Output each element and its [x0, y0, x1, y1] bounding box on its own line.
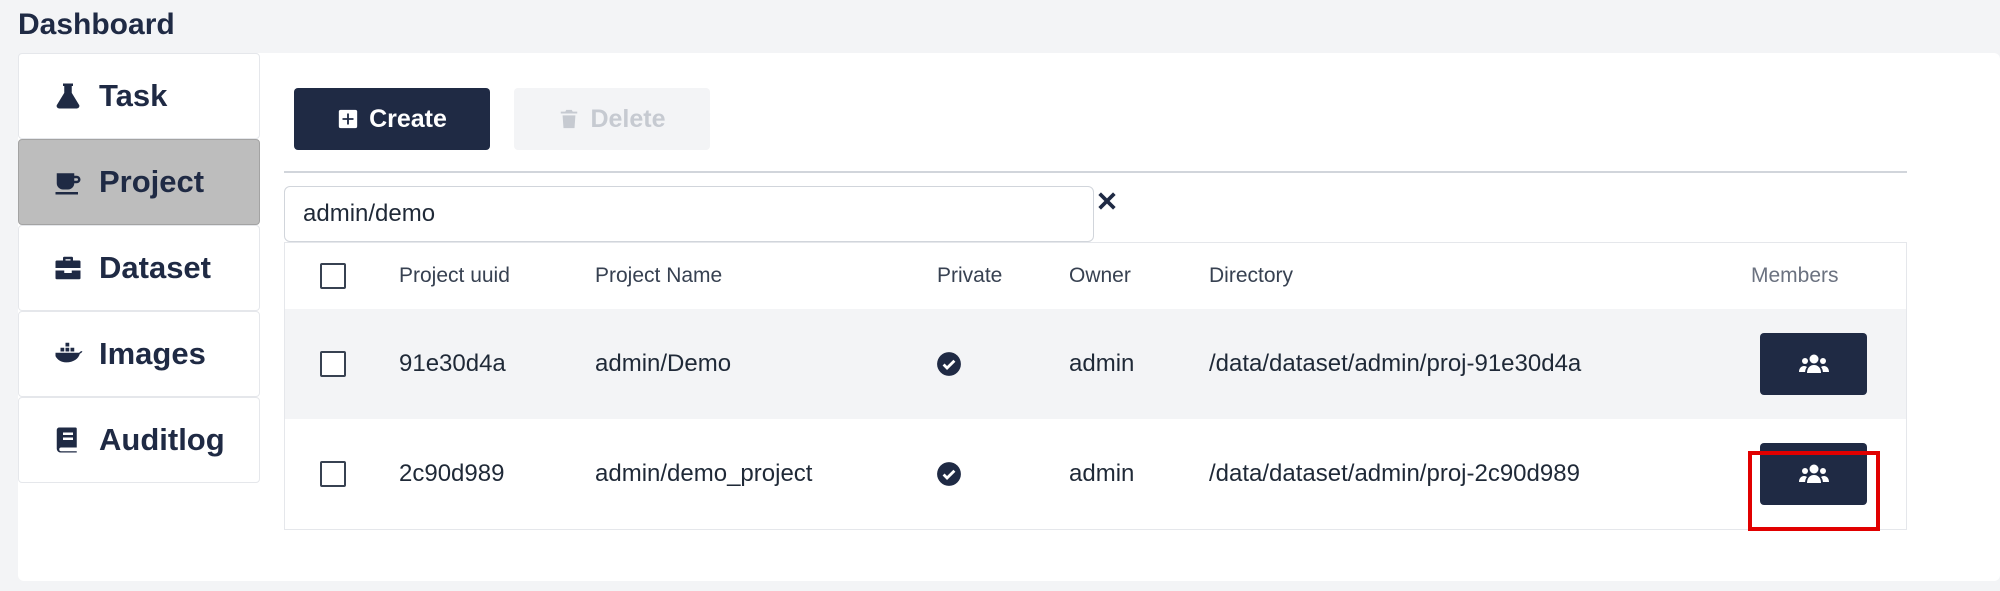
sidebar-item-project[interactable]: Project: [18, 139, 260, 225]
delete-label: Delete: [590, 104, 666, 133]
users-icon: [1798, 464, 1829, 483]
header-directory[interactable]: Directory: [1209, 264, 1293, 288]
cell-owner: admin: [1069, 460, 1135, 487]
sidebar-item-label: Task: [99, 78, 168, 113]
main-content: Create Delete Project uuid Project Name …: [284, 53, 1924, 581]
projects-table: Project uuid Project Name Private Owner …: [284, 242, 1907, 531]
trash-icon: [561, 109, 578, 129]
row-checkbox[interactable]: [320, 461, 346, 487]
header-members: Members: [1751, 264, 1839, 287]
cell-directory: /data/dataset/admin/proj-91e30d4a: [1209, 350, 1582, 377]
users-icon: [1798, 354, 1829, 373]
cell-directory: /data/dataset/admin/proj-2c90d989: [1209, 460, 1580, 487]
sidebar: Task Project Dataset Images Auditlog: [18, 53, 260, 483]
header-name[interactable]: Project Name: [595, 264, 722, 288]
cell-uuid: 91e30d4a: [399, 350, 506, 377]
coffee-cup-icon: [51, 165, 85, 199]
page-title: Dashboard: [18, 8, 175, 41]
flask-icon: [51, 79, 85, 113]
sidebar-item-label: Images: [99, 336, 206, 371]
members-button[interactable]: [1760, 333, 1867, 395]
header-owner[interactable]: Owner: [1069, 264, 1131, 288]
row-checkbox[interactable]: [320, 351, 346, 377]
sidebar-item-label: Auditlog: [99, 422, 225, 457]
header-private[interactable]: Private: [937, 264, 1002, 288]
select-all-checkbox[interactable]: [320, 263, 346, 289]
create-label: Create: [369, 104, 447, 133]
create-button[interactable]: Create: [294, 88, 490, 150]
sidebar-item-images[interactable]: Images: [18, 311, 260, 397]
cell-name: admin/demo_project: [595, 460, 813, 487]
check-circle-icon: [937, 462, 961, 486]
search-input[interactable]: [284, 186, 1094, 242]
table-header-row: Project uuid Project Name Private Owner …: [285, 243, 1906, 309]
docker-whale-icon: [51, 337, 85, 371]
cell-owner: admin: [1069, 350, 1135, 377]
header-uuid[interactable]: Project uuid: [399, 264, 510, 288]
book-icon: [51, 423, 85, 457]
members-button[interactable]: [1760, 443, 1867, 505]
sidebar-item-auditlog[interactable]: Auditlog: [18, 397, 260, 483]
plus-square-icon: [338, 109, 358, 129]
toolbox-icon: [51, 251, 85, 285]
sidebar-item-task[interactable]: Task: [18, 53, 260, 139]
sidebar-item-dataset[interactable]: Dataset: [18, 225, 260, 311]
dashboard-panel: Task Project Dataset Images Auditlog Cre…: [18, 53, 2000, 581]
delete-button[interactable]: Delete: [514, 88, 710, 150]
clear-search-icon[interactable]: [1096, 190, 1126, 220]
sidebar-item-label: Project: [99, 164, 205, 199]
table-row: 2c90d989 admin/demo_project admin /data/…: [285, 419, 1906, 531]
toolbar-divider: [284, 171, 1907, 173]
check-circle-icon: [937, 352, 961, 376]
cell-uuid: 2c90d989: [399, 460, 505, 487]
table-row: 91e30d4a admin/Demo admin /data/dataset/…: [285, 309, 1906, 419]
cell-name: admin/Demo: [595, 350, 732, 377]
sidebar-item-label: Dataset: [99, 250, 211, 285]
